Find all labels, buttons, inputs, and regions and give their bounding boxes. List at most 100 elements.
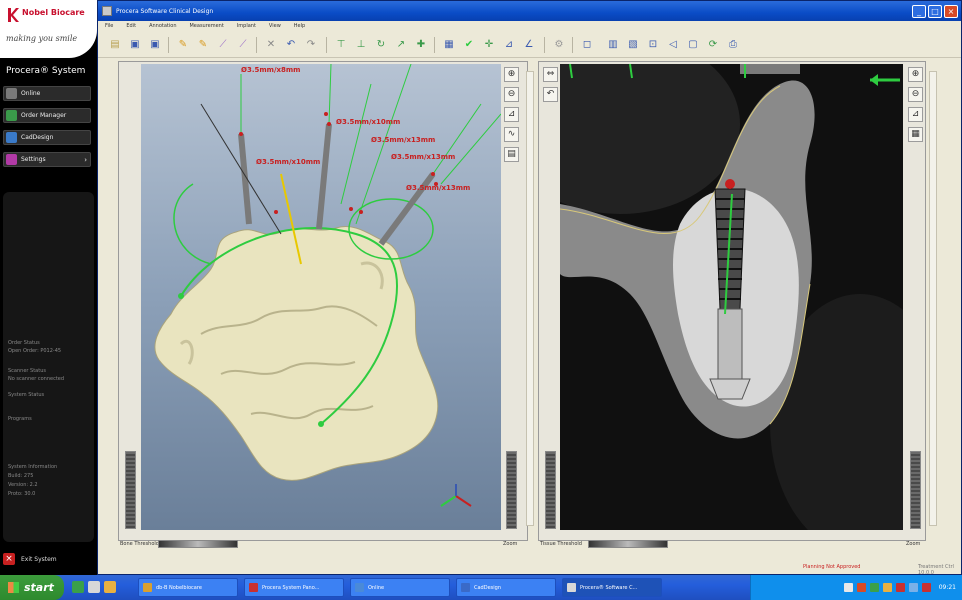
quicklaunch-desktop-icon[interactable] [88,581,100,593]
start-button[interactable]: start [0,575,64,600]
windows-logo-icon [8,582,19,593]
layers-icon[interactable]: ▤ [504,147,519,162]
angle-icon[interactable]: ∠ [522,38,536,52]
bone-threshold-bar[interactable] [158,540,238,548]
crosshair-icon[interactable]: ✛ [482,38,496,52]
tray-volume-icon[interactable] [882,583,892,592]
task-procera-software[interactable]: Procera® Software C... [562,578,662,597]
slice-zoom-out-icon[interactable]: ⊖ [908,87,923,102]
menu-edit[interactable]: Edit [126,23,136,29]
minimize-button[interactable]: _ [912,4,926,18]
tissue-threshold-slider[interactable] [545,451,556,529]
tray-update-icon[interactable] [921,583,931,592]
start-label: start [24,581,54,594]
save-all-icon[interactable]: ▣ [148,38,162,52]
3d-zoom-slider[interactable] [506,451,517,529]
task-procera-pano[interactable]: Procera System Pano... [244,578,344,597]
chevron-right-icon: › [84,155,87,164]
3d-view-scrollbar[interactable] [526,71,534,526]
implant-tilt-icon[interactable]: ↗ [394,38,408,52]
implant-annotation-3: Ø3.5mm/x13mm [371,136,435,144]
3d-model-viewport[interactable]: Ø3.5mm/x8mm Ø3.5mm/x10mm Ø3.5mm/x13mm Ø3… [141,64,501,530]
task-nobelbiocare[interactable]: db-B Nobelbiocare [138,578,238,597]
tray-network-icon[interactable] [869,583,879,592]
check-icon[interactable]: ✔ [462,38,476,52]
app-icon [102,6,112,16]
slice-view-scrollbar[interactable] [929,71,937,526]
measure-icon[interactable]: ⊿ [502,38,516,52]
screen-icon[interactable]: ▢ [686,38,700,52]
slice-zoom-slider[interactable] [910,451,921,529]
tray-display-icon[interactable] [908,583,918,592]
quicklaunch-ie-icon[interactable] [72,581,84,593]
clock[interactable]: 09:21 [939,584,956,591]
nav-caddesign[interactable]: CadDesign [3,130,91,145]
tray-app-icon[interactable] [843,583,853,592]
jaw-bone [154,226,439,481]
maximize-button[interactable]: □ [928,4,942,18]
window-title: Procera Software Clinical Design [116,7,214,15]
nav-order-manager[interactable]: Order Manager [3,108,91,123]
task-online[interactable]: Online [350,578,450,597]
settings-gear-icon[interactable]: ⚙ [552,38,566,52]
implant-move-icon[interactable]: ⊥ [354,38,368,52]
new-icon[interactable]: ▤ [108,38,122,52]
menu-view[interactable]: View [269,23,281,29]
tissue-threshold-bar[interactable] [588,540,668,548]
slice-nav-icon[interactable]: ⇔ [543,67,558,82]
save-icon[interactable]: ▣ [128,38,142,52]
system-status-heading: System Status [8,392,45,398]
report-icon[interactable]: ▦ [442,38,456,52]
nav-settings[interactable]: Settings › [3,152,91,167]
slice-measure-icon[interactable]: ⊿ [908,107,923,122]
nerve-icon[interactable]: ∿ [504,127,519,142]
zoom-fit-icon[interactable]: ⊡ [646,38,660,52]
draw-icon[interactable]: ✎ [176,38,190,52]
measure-view-icon[interactable]: ⊿ [504,107,519,122]
menu-annotation[interactable]: Annotation [149,23,176,29]
procera-icon [249,583,258,592]
slice-layers-icon[interactable]: ▦ [908,127,923,142]
refresh-icon[interactable]: ⟳ [706,38,720,52]
task-caddesign[interactable]: CadDesign [456,578,556,597]
zoom-in-icon[interactable]: ⊕ [504,67,519,82]
undo-icon[interactable]: ↶ [284,38,298,52]
nav-online[interactable]: Online [3,86,91,101]
close-button[interactable]: × [944,4,958,18]
view-icon[interactable]: ◻ [580,38,594,52]
slice-icon[interactable]: ▧ [626,38,640,52]
menu-help[interactable]: Help [294,23,305,29]
task-label: Procera® Software C... [580,584,638,591]
brush-icon[interactable]: ✎ [196,38,210,52]
title-bar[interactable]: Procera Software Clinical Design _ □ × [98,1,961,21]
menu-measurement[interactable]: Measurement [189,23,223,29]
axis-indicator-icon [440,484,472,507]
system-info-proto: Proto: 30.0 [8,491,36,497]
layout-icon[interactable]: ▥ [606,38,620,52]
implant-2 [316,64,332,230]
cross-section-viewport[interactable] [560,64,903,530]
implant-tool-icon[interactable]: ⊤ [334,38,348,52]
tool-icon[interactable]: ⟋ [216,38,230,52]
implant-rotate-icon[interactable]: ↻ [374,38,388,52]
nav-settings-label: Settings [21,156,46,163]
back-icon[interactable]: ◁ [666,38,680,52]
exit-system-button[interactable]: × Exit System [3,551,93,567]
delete-icon[interactable]: ✕ [264,38,278,52]
bone-threshold-slider[interactable] [125,451,136,529]
redo-icon[interactable]: ↷ [304,38,318,52]
status-panel: Order Status Open Order: P012-45 Scanner… [3,192,94,542]
slice-back-icon[interactable]: ↶ [543,87,558,102]
implant-add-icon[interactable]: ✚ [414,38,428,52]
menu-file[interactable]: File [105,23,113,29]
tray-security-icon[interactable] [895,583,905,592]
menu-implant[interactable]: Implant [237,23,256,29]
system-info-heading: System Information [8,464,58,470]
quicklaunch-folder-icon[interactable] [104,581,116,593]
tray-alert-icon[interactable] [856,583,866,592]
zoom-out-icon[interactable]: ⊖ [504,87,519,102]
print-icon[interactable]: ⎙ [726,38,740,52]
slice-zoom-in-icon[interactable]: ⊕ [908,67,923,82]
pen-icon[interactable]: ⟋ [236,38,250,52]
bone-threshold-label: Bone Threshold [120,541,159,547]
